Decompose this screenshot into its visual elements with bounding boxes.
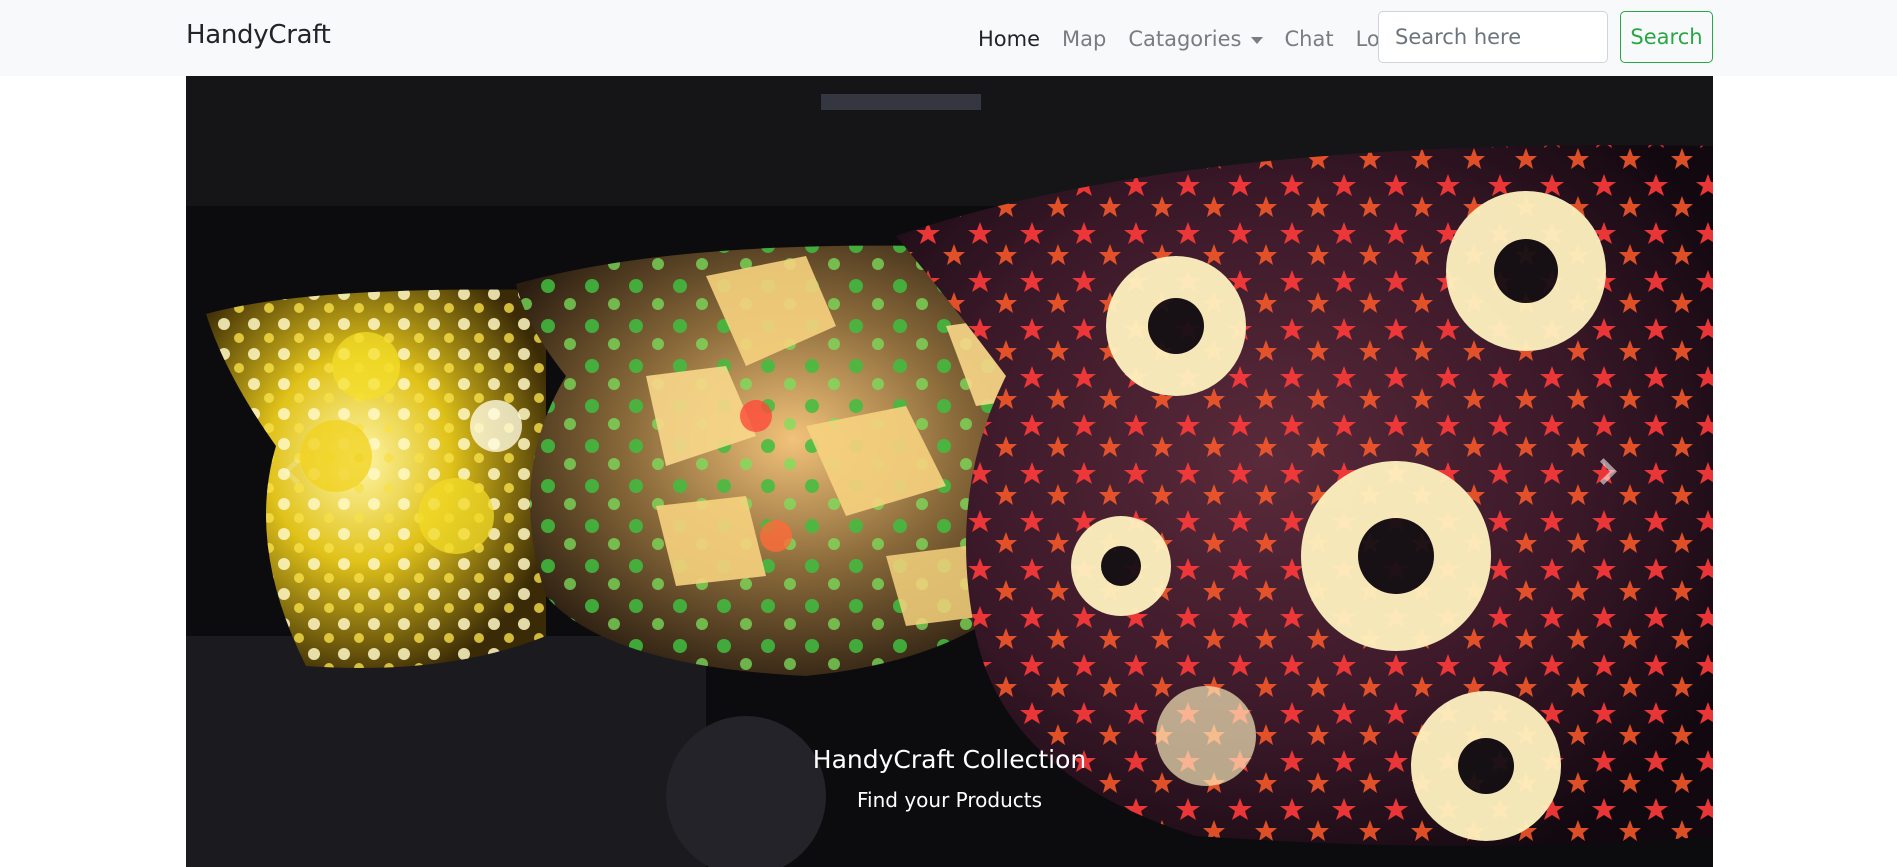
search-input[interactable] bbox=[1378, 11, 1608, 63]
navbar: HandyCraft Home Map Catagories Chat Logi… bbox=[0, 0, 1897, 76]
hero-carousel: HandyCraft Collection Find your Products bbox=[186, 76, 1713, 867]
nav-dropdown-categories[interactable]: Catagories bbox=[1128, 27, 1263, 51]
chevron-right-icon bbox=[1589, 458, 1617, 485]
nav-link-home[interactable]: Home bbox=[978, 27, 1040, 51]
brand-logo-link[interactable]: HandyCraft bbox=[186, 20, 331, 50]
carousel-caption: HandyCraft Collection Find your Products bbox=[186, 744, 1713, 813]
nav-link-chat[interactable]: Chat bbox=[1285, 27, 1334, 51]
caret-down-icon bbox=[1250, 36, 1263, 44]
chevron-left-icon bbox=[282, 458, 310, 485]
nav-link-map[interactable]: Map bbox=[1062, 27, 1106, 51]
carousel-caption-subtitle: Find your Products bbox=[856, 788, 1043, 812]
search-button[interactable]: Search bbox=[1620, 11, 1713, 63]
carousel-caption-title: HandyCraft Collection bbox=[812, 745, 1087, 774]
nav-dropdown-categories-label: Catagories bbox=[1128, 27, 1242, 51]
